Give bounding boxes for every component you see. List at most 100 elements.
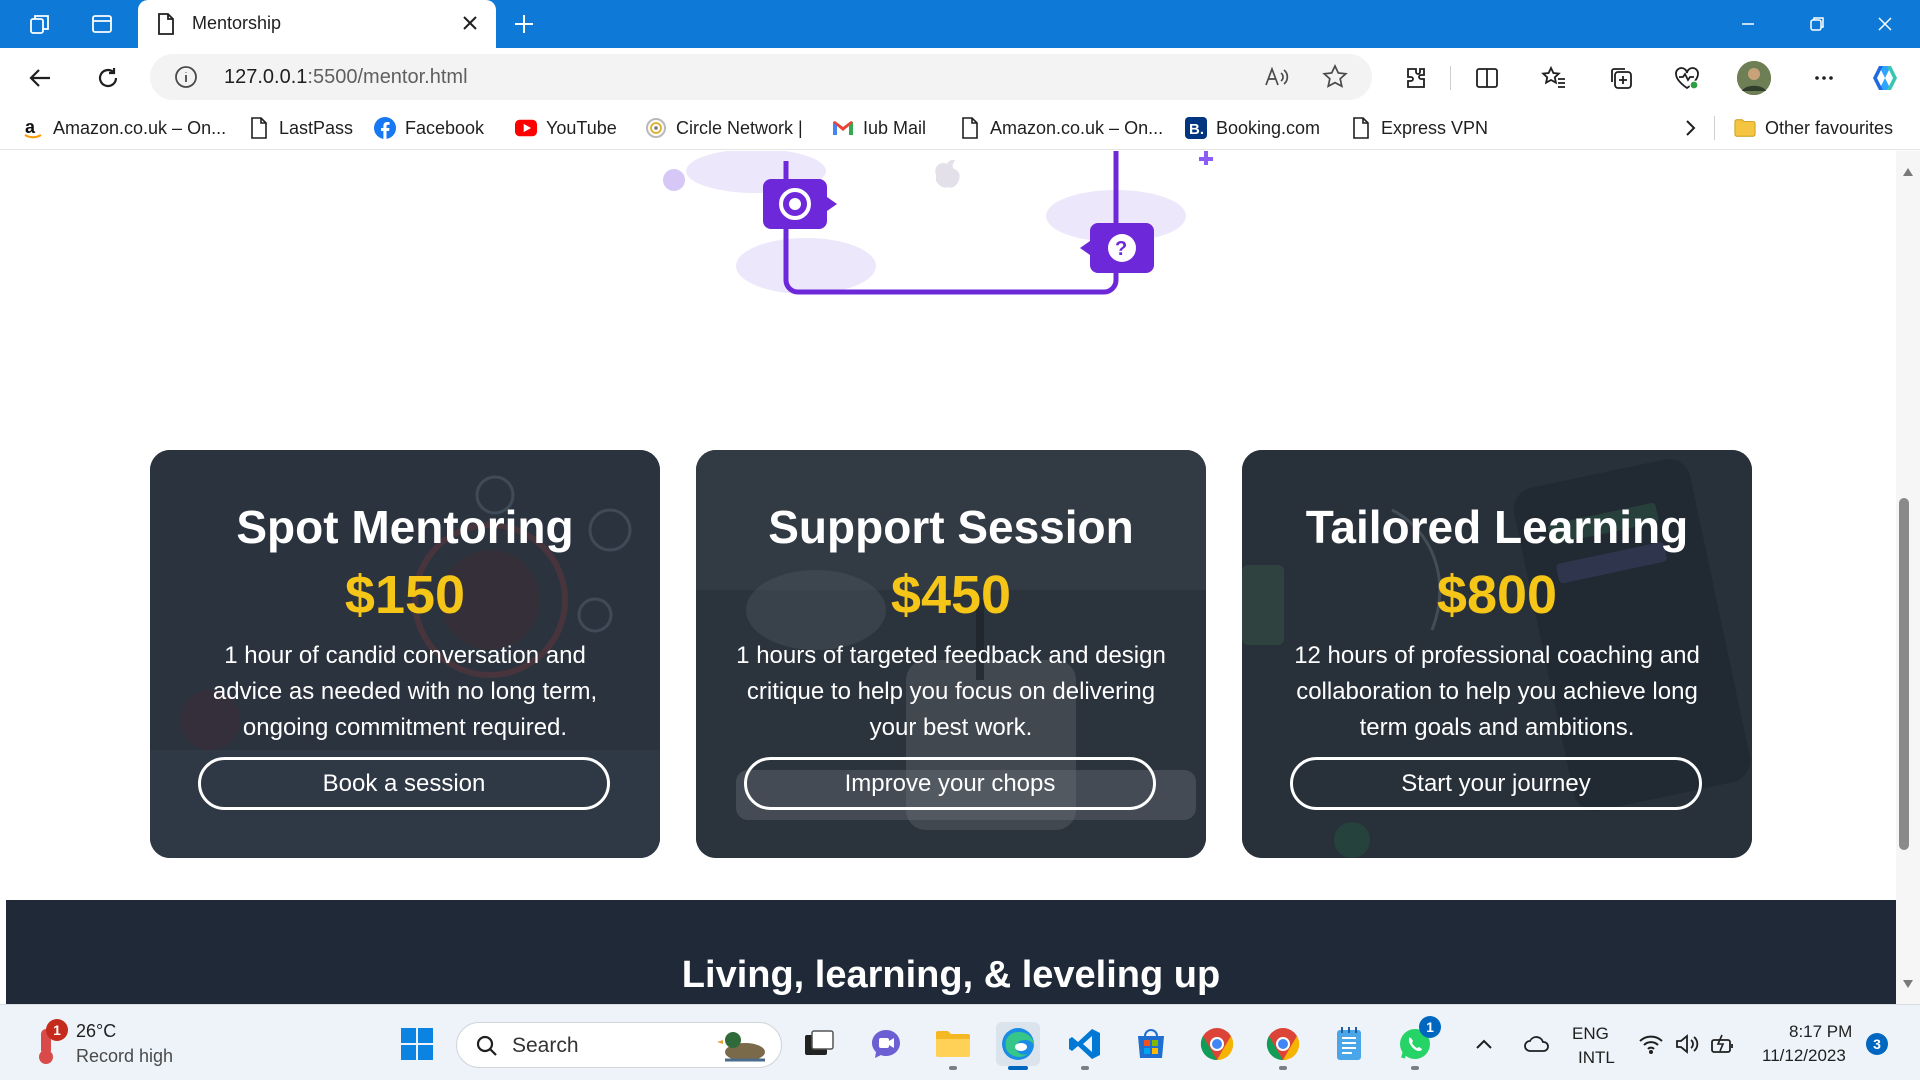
notepad-app[interactable] <box>1327 1022 1371 1066</box>
folder-icon <box>1734 117 1756 139</box>
favourite-facebook[interactable]: Facebook <box>374 114 484 142</box>
volume-icon[interactable] <box>1670 1022 1704 1066</box>
profile-avatar[interactable] <box>1737 61 1771 95</box>
restore-button[interactable] <box>1782 0 1852 48</box>
app-active-indicator <box>1008 1066 1028 1070</box>
chat-icon <box>872 1030 900 1058</box>
chrome-app-1[interactable] <box>1195 1022 1239 1066</box>
new-tab-button[interactable] <box>508 8 540 40</box>
card-price: $800 <box>1436 565 1558 625</box>
mentorship-illustration: ? <box>663 151 1213 295</box>
svg-text:B.: B. <box>1189 121 1204 138</box>
file-explorer-app[interactable] <box>931 1022 975 1070</box>
settings-more-icon[interactable] <box>1807 61 1841 95</box>
favourites-icon[interactable] <box>1537 61 1571 95</box>
close-window-button[interactable] <box>1850 0 1920 48</box>
task-view-icon <box>805 1030 834 1055</box>
card-title: Support Session <box>768 501 1134 553</box>
task-view-button[interactable] <box>797 1022 841 1066</box>
improve-chops-button[interactable]: Improve your chops <box>744 757 1156 810</box>
collections-icon[interactable] <box>1604 61 1638 95</box>
edge-app[interactable] <box>996 1022 1040 1070</box>
site-info-icon[interactable] <box>174 65 198 94</box>
card-title: Tailored Learning <box>1305 501 1689 553</box>
scrollbar-thumb[interactable] <box>1899 498 1909 850</box>
gmail-icon <box>832 117 854 139</box>
clock-time[interactable]: 8:17 PM <box>1789 1022 1852 1042</box>
address-bar[interactable]: 127.0.0.1:5500/mentor.html <box>150 54 1372 100</box>
youtube-icon <box>515 117 537 139</box>
windows-logo-icon <box>401 1028 433 1060</box>
favourite-iub-mail[interactable]: Iub Mail <box>832 114 926 142</box>
keyboard-layout[interactable]: INTL <box>1578 1048 1615 1068</box>
circle-network-icon <box>645 117 667 139</box>
microsoft-store-app[interactable] <box>1129 1022 1173 1066</box>
minimize-button[interactable] <box>1713 0 1783 48</box>
tab-actions-icon[interactable] <box>86 8 118 40</box>
language-code[interactable]: ENG <box>1572 1024 1609 1044</box>
teams-chat-app[interactable] <box>864 1022 908 1066</box>
scroll-down-arrow-icon[interactable] <box>1902 979 1914 989</box>
favourite-circle-network[interactable]: Circle Network | <box>645 114 803 142</box>
app-running-indicator <box>949 1066 957 1070</box>
browser-titlebar: Mentorship <box>0 0 1920 48</box>
wifi-icon[interactable] <box>1634 1022 1668 1066</box>
card-description: 1 hour of candid conversation and advice… <box>212 642 598 741</box>
extensions-icon[interactable] <box>1399 61 1433 95</box>
favourite-label: Facebook <box>405 117 485 138</box>
toolbar-divider <box>1450 66 1451 90</box>
onedrive-icon[interactable] <box>1519 1022 1555 1066</box>
refresh-button[interactable] <box>91 61 125 95</box>
favourite-express-vpn[interactable]: Express VPN <box>1350 114 1488 142</box>
search-icon <box>476 1035 497 1056</box>
notification-center-badge[interactable]: 3 <box>1866 1033 1888 1055</box>
card-title: Spot Mentoring <box>236 501 574 553</box>
scroll-up-arrow-icon[interactable] <box>1902 167 1914 177</box>
browser-essentials-icon[interactable] <box>1670 61 1704 95</box>
url-path: :5500/mentor.html <box>307 66 468 88</box>
page-icon <box>156 12 176 41</box>
taskbar-search[interactable]: Search <box>456 1022 782 1068</box>
favourite-lastpass[interactable]: LastPass <box>248 114 353 142</box>
favourite-amazon-1[interactable]: a Amazon.co.uk – On... <box>22 114 226 142</box>
split-screen-icon[interactable] <box>1470 61 1504 95</box>
read-aloud-icon[interactable] <box>1264 65 1290 94</box>
booking-icon: B. <box>1185 117 1207 139</box>
url-text[interactable]: 127.0.0.1:5500/mentor.html <box>224 66 468 89</box>
favourite-label: YouTube <box>546 117 617 138</box>
back-button[interactable] <box>24 61 58 95</box>
search-label: Search <box>512 1034 579 1057</box>
windows-taskbar: 1 26°C Record high Search 1 ENG INTL 8:1… <box>0 1004 1920 1080</box>
weather-widget[interactable]: 1 <box>26 1019 68 1065</box>
clock-date[interactable]: 11/12/2023 <box>1762 1046 1846 1066</box>
other-favourites[interactable]: Other favourites <box>1734 114 1893 142</box>
copilot-icon[interactable] <box>1868 61 1902 95</box>
tab-mentorship[interactable]: Mentorship <box>138 0 496 48</box>
favourite-star-icon[interactable] <box>1322 64 1348 95</box>
battery-charging-icon[interactable] <box>1706 1022 1740 1066</box>
whatsapp-app[interactable]: 1 <box>1393 1016 1441 1070</box>
workspaces-icon[interactable] <box>24 8 56 40</box>
favourite-label: Amazon.co.uk – On... <box>53 117 227 138</box>
show-hidden-icons-chevron-icon[interactable] <box>1468 1022 1500 1066</box>
close-tab-icon[interactable] <box>458 11 482 35</box>
favourite-youtube[interactable]: YouTube <box>515 114 617 142</box>
address-toolbar: 127.0.0.1:5500/mentor.html <box>0 48 1920 106</box>
page-icon <box>1350 117 1372 139</box>
favourite-booking[interactable]: B. Booking.com <box>1185 114 1320 142</box>
favourite-amazon-2[interactable]: Amazon.co.uk – On... <box>959 114 1163 142</box>
favourite-label: Other favourites <box>1765 117 1894 138</box>
vscode-icon <box>1069 1029 1100 1059</box>
vscode-app[interactable] <box>1063 1022 1107 1070</box>
more-favourites-chevron-icon[interactable] <box>1683 114 1697 142</box>
book-session-button[interactable]: Book a session <box>198 757 610 810</box>
facebook-icon <box>374 117 396 139</box>
favourite-label: Circle Network | <box>676 117 803 138</box>
weather-alert-badge: 1 <box>46 1019 68 1041</box>
favourite-label: LastPass <box>279 117 354 138</box>
start-button[interactable] <box>395 1022 439 1066</box>
weather-status: Record high <box>76 1046 174 1066</box>
chrome-app-2[interactable] <box>1261 1022 1305 1070</box>
start-journey-button[interactable]: Start your journey <box>1290 757 1702 810</box>
duck-highlight-icon <box>717 1032 765 1062</box>
